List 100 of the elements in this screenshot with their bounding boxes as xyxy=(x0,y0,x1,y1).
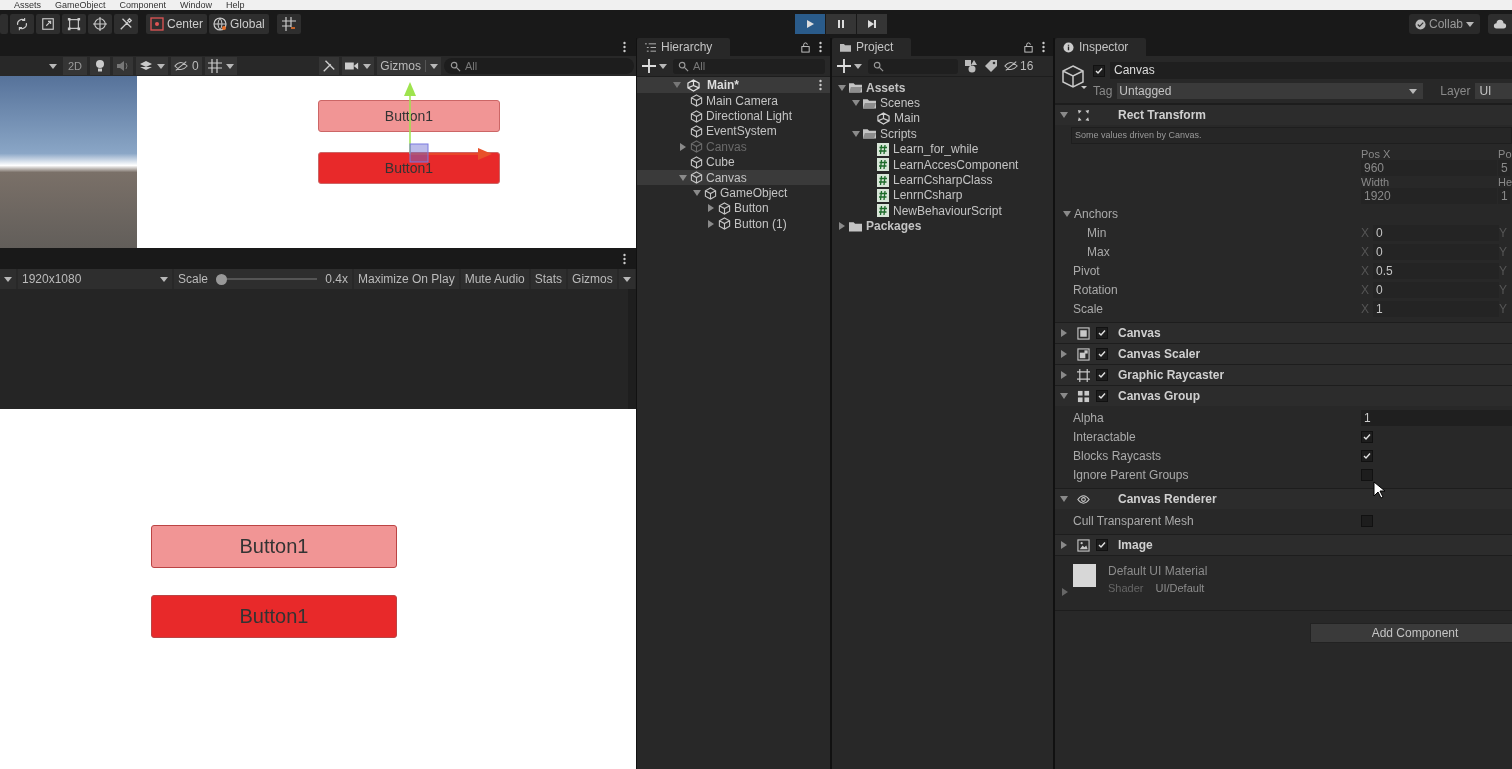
project-item[interactable]: Assets xyxy=(866,80,906,95)
inspector-tab[interactable]: Inspector xyxy=(1055,38,1147,56)
component-title[interactable]: Canvas xyxy=(1118,326,1161,340)
step-button[interactable] xyxy=(857,14,887,34)
cube-icon[interactable] xyxy=(1061,64,1087,90)
project-item[interactable]: LenrnCsharp xyxy=(893,188,963,203)
grid-snap-button[interactable] xyxy=(276,14,301,34)
value-field[interactable]: 1 xyxy=(1498,188,1510,204)
search-field[interactable] xyxy=(868,58,958,74)
more-options-icon[interactable] xyxy=(623,41,626,53)
search-field[interactable]: All xyxy=(444,58,634,74)
lighting-toggle[interactable] xyxy=(90,57,111,75)
hierarchy-item[interactable]: Canvas xyxy=(637,169,830,186)
slider-thumb[interactable] xyxy=(216,273,228,285)
play-button[interactable] xyxy=(795,14,825,34)
collapsed-arrow-icon[interactable] xyxy=(1060,329,1068,337)
checkbox[interactable] xyxy=(1361,430,1373,443)
checkbox[interactable] xyxy=(1093,64,1105,77)
project-item[interactable]: LearnAccesComponent xyxy=(893,157,1019,172)
lock-icon[interactable] xyxy=(1023,41,1034,53)
more-options-icon[interactable] xyxy=(819,41,822,53)
search-field[interactable]: All xyxy=(673,58,825,74)
rotate-tool-button[interactable] xyxy=(10,14,34,34)
value-field[interactable]: 1 xyxy=(1373,300,1499,317)
project-item[interactable]: Scripts xyxy=(880,126,917,141)
component-title[interactable]: Graphic Raycaster xyxy=(1118,368,1225,382)
hierarchy-item[interactable]: Directional Light xyxy=(637,108,830,124)
project-item[interactable]: Learn_for_while xyxy=(893,142,979,157)
component-title[interactable]: Canvas Scaler xyxy=(1118,347,1201,361)
tools-toggle[interactable] xyxy=(319,57,340,75)
more-options-icon[interactable] xyxy=(1042,41,1045,53)
camera-dropdown[interactable] xyxy=(342,57,375,75)
transform-tool-button[interactable] xyxy=(88,14,112,34)
component-title[interactable]: Canvas Group xyxy=(1118,389,1201,403)
effects-dropdown[interactable] xyxy=(136,57,169,75)
pause-button[interactable] xyxy=(826,14,856,34)
collapsed-arrow-icon[interactable] xyxy=(838,222,846,231)
more-options-icon[interactable] xyxy=(819,79,822,91)
add-component-button[interactable]: Add Component xyxy=(1310,623,1512,643)
expanded-arrow-icon[interactable] xyxy=(679,173,687,182)
component-title[interactable]: Image xyxy=(1118,538,1153,552)
display-dropdown[interactable] xyxy=(0,269,16,289)
hidden-objects-toggle[interactable]: 0 xyxy=(171,57,202,75)
value-field[interactable]: 5 xyxy=(1498,160,1511,176)
expanded-arrow-icon[interactable] xyxy=(852,99,860,108)
menu-item[interactable]: Assets xyxy=(14,0,41,10)
menu-item[interactable]: Help xyxy=(226,0,245,10)
collab-button[interactable]: Collab xyxy=(1408,14,1480,34)
expanded-arrow-icon[interactable] xyxy=(1063,209,1071,218)
collapsed-arrow-icon[interactable] xyxy=(1060,371,1068,379)
component-title[interactable]: Rect Transform xyxy=(1118,108,1207,122)
menu-item[interactable]: GameObject xyxy=(55,0,106,10)
expanded-arrow-icon[interactable] xyxy=(852,129,860,138)
checkbox[interactable] xyxy=(1096,327,1108,339)
component-title[interactable]: Canvas Renderer xyxy=(1118,492,1217,506)
checkbox[interactable] xyxy=(1096,539,1108,551)
expanded-arrow-icon[interactable] xyxy=(693,189,701,198)
object-name-field[interactable]: Canvas xyxy=(1110,62,1512,79)
toolbar-toggle[interactable]: Maximize On Play xyxy=(354,269,459,289)
create-dropdown[interactable] xyxy=(837,59,862,73)
hidden-packages-toggle[interactable]: 16 xyxy=(1004,59,1034,73)
project-item[interactable]: Main xyxy=(894,111,920,126)
rect-tool-button[interactable] xyxy=(62,14,86,34)
menu-item[interactable]: Window xyxy=(180,0,213,10)
filter-by-type-button[interactable] xyxy=(964,59,978,73)
hierarchy-tab[interactable]: Hierarchy xyxy=(637,38,731,56)
value-field[interactable]: 1920 xyxy=(1361,188,1497,204)
hierarchy-item[interactable]: GameObject xyxy=(637,185,830,201)
global-space-button[interactable]: Global xyxy=(209,14,269,34)
hierarchy-item[interactable]: Button xyxy=(637,200,830,217)
expanded-arrow-icon[interactable] xyxy=(673,81,681,89)
cloud-button[interactable] xyxy=(1488,14,1512,34)
expanded-arrow-icon[interactable] xyxy=(1060,495,1068,503)
collapsed-arrow-icon[interactable] xyxy=(1060,350,1068,358)
scene-name[interactable]: Main* xyxy=(707,78,739,92)
project-item[interactable]: Scenes xyxy=(880,96,921,111)
toolbar-toggle[interactable]: Mute Audio xyxy=(460,269,529,289)
tag-dropdown[interactable]: Untagged xyxy=(1117,83,1424,99)
menu-item[interactable]: Component xyxy=(119,0,167,10)
create-dropdown[interactable] xyxy=(642,59,667,73)
audio-toggle[interactable] xyxy=(113,57,134,75)
collapsed-arrow-icon[interactable] xyxy=(1061,588,1069,596)
checkbox[interactable] xyxy=(1361,449,1373,462)
gizmos-dropdown[interactable]: Gizmos xyxy=(377,57,441,75)
grid-dropdown[interactable] xyxy=(204,57,237,75)
expanded-arrow-icon[interactable] xyxy=(838,83,846,92)
pivot-button[interactable]: Center xyxy=(146,14,208,34)
toolbar-toggle[interactable]: Gizmos xyxy=(568,269,617,289)
collapsed-arrow-icon[interactable] xyxy=(1060,541,1068,549)
layer-dropdown[interactable]: UI xyxy=(1475,83,1512,99)
value-field[interactable]: 0 xyxy=(1373,243,1499,260)
gizmos-menu-dropdown[interactable] xyxy=(618,269,635,289)
project-item[interactable]: LearnCsharpClass xyxy=(893,173,993,188)
collapsed-arrow-icon[interactable] xyxy=(679,142,687,151)
checkbox[interactable] xyxy=(1361,468,1373,481)
more-options-icon[interactable] xyxy=(623,252,626,265)
hierarchy-item[interactable]: Button (1) xyxy=(637,216,830,232)
lock-icon[interactable] xyxy=(800,41,811,53)
value-field[interactable]: 0.5 xyxy=(1373,262,1499,279)
value-field[interactable]: 960 xyxy=(1361,160,1497,176)
